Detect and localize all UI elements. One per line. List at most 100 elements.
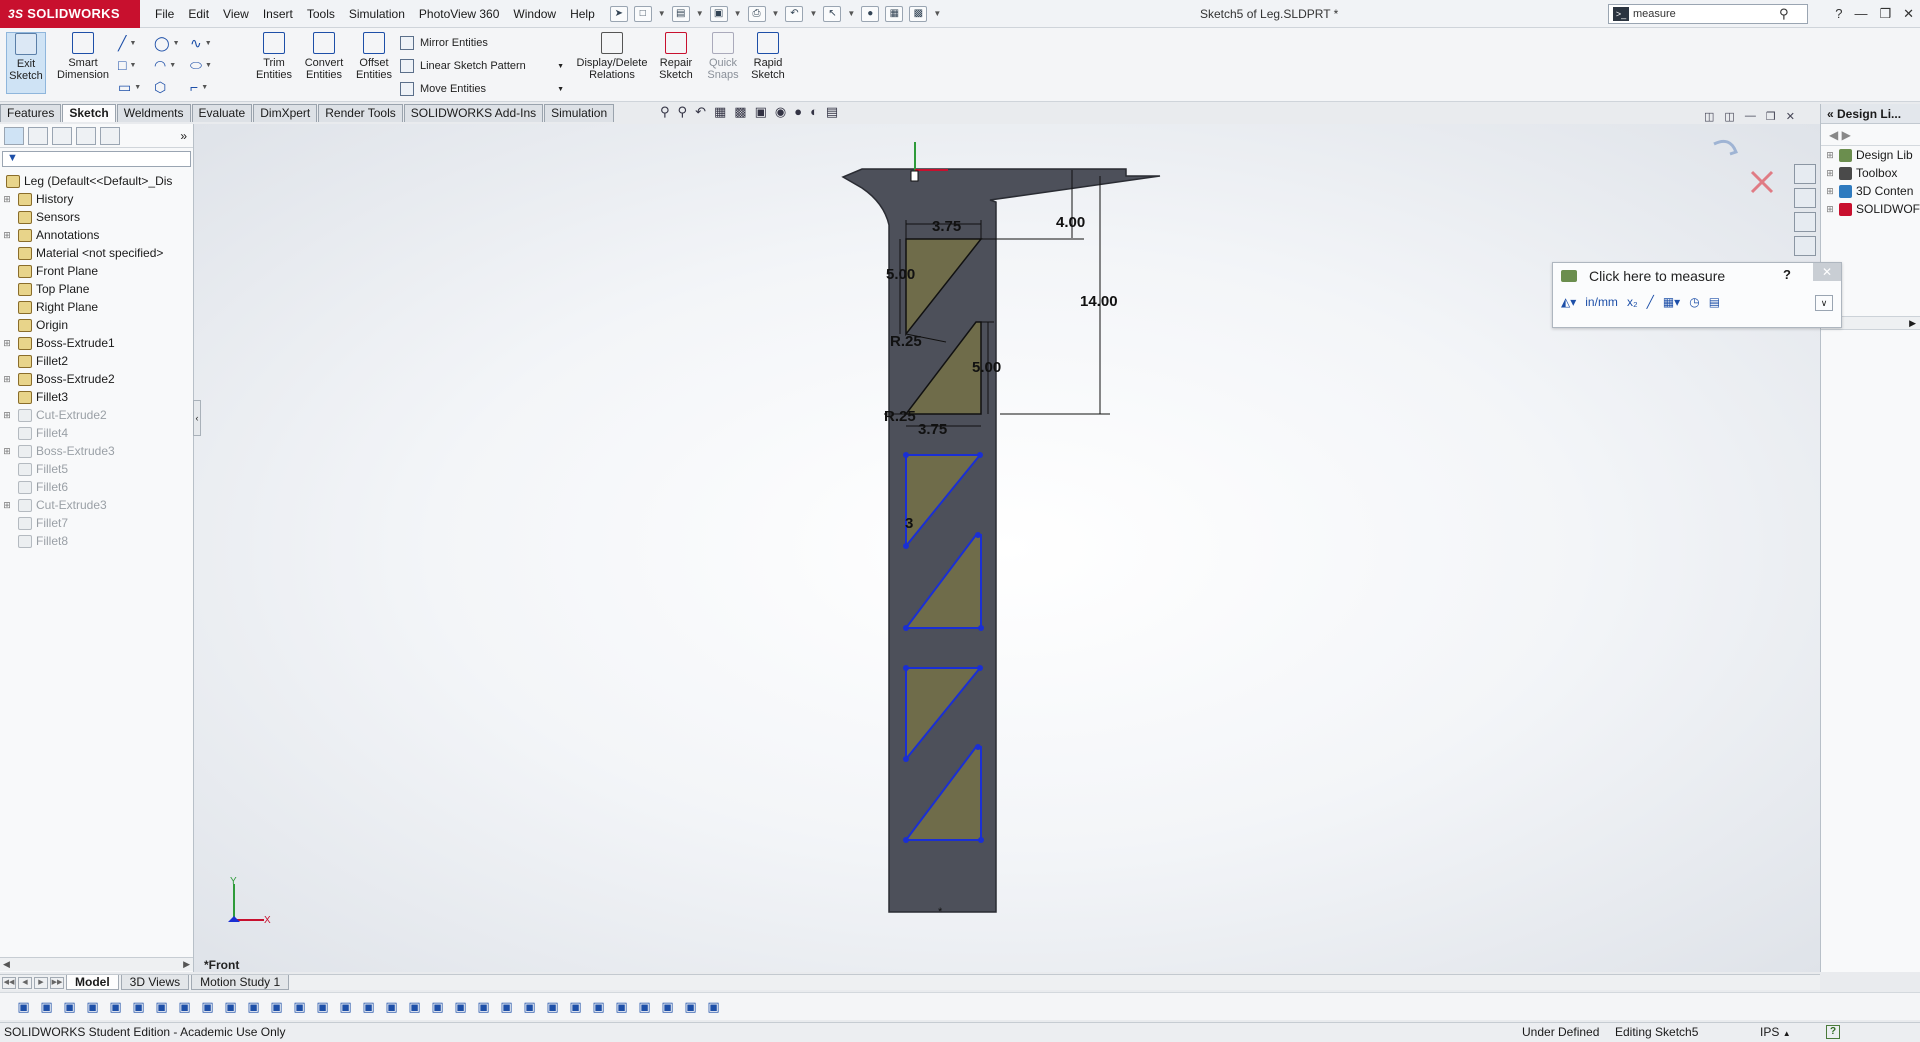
tree-item[interactable]: Origin [0,316,193,334]
balloon-filter-icon[interactable]: ▣ [706,999,721,1014]
display-manager-icon[interactable] [100,126,120,145]
centerline-filter-icon[interactable]: ▣ [476,999,491,1014]
center-mark-filter-icon[interactable]: ▣ [453,999,468,1014]
tree-item[interactable]: Fillet7 [0,514,193,532]
quick-tips-icon[interactable]: ? [1826,1025,1840,1039]
note-filter-icon[interactable]: ▣ [246,999,261,1014]
expand-toggle-icon[interactable]: ⊞ [1825,204,1835,215]
projected-on-icon[interactable]: ▦▾ [1663,295,1680,309]
tree-item[interactable]: Fillet6 [0,478,193,496]
midpoint-filter-icon[interactable]: ▣ [430,999,445,1014]
dimension-radius-1[interactable]: R.25 [890,333,922,350]
plane-filter-icon[interactable]: ▣ [315,999,330,1014]
dimension-top-width[interactable]: 3.75 [932,218,961,235]
filter-toggle-icon[interactable]: ▣ [39,999,54,1014]
scroll-right-icon[interactable]: ▶ [183,958,190,971]
dowel-filter-icon[interactable]: ▣ [660,999,675,1014]
dimension-top-offset[interactable]: 4.00 [1056,214,1085,231]
tree-item[interactable]: Sensors [0,208,193,226]
tab-model[interactable]: Model [66,975,119,990]
panel-collapse-handle[interactable]: ‹ [193,400,201,436]
dimension-bottom-width[interactable]: 3.75 [918,421,947,438]
scroll-left-icon[interactable]: ◀ [3,958,10,971]
arc-circle-measure-icon[interactable]: ◭▾ [1561,295,1576,309]
tree-item[interactable]: Fillet5 [0,460,193,478]
confirmation-corner[interactable] [1713,139,1774,194]
vertex-filter-icon[interactable]: ▣ [131,999,146,1014]
tree-item[interactable]: ⊞ Boss-Extrude1 [0,334,193,352]
cosmetic-thread-filter-icon[interactable]: ▣ [614,999,629,1014]
expand-toggle-icon[interactable]: ⊞ [2,230,12,241]
edge-filter-icon[interactable]: ▣ [154,999,169,1014]
configuration-manager-icon[interactable] [52,126,72,145]
first-tab-icon[interactable]: ◀◀ [2,976,16,989]
chevron-up-icon[interactable]: ▲ [1783,1029,1791,1038]
xyz-measure-icon[interactable]: x₂ [1627,295,1638,309]
design-library-icon[interactable] [1794,188,1816,208]
filter-icon[interactable]: ▣ [16,999,31,1014]
surface-filter-icon[interactable]: ▣ [200,999,215,1014]
dimension-left-height[interactable]: 5.00 [886,266,915,283]
block-filter-icon[interactable]: ▣ [637,999,652,1014]
scroll-right-icon[interactable]: ▶ [1909,318,1916,328]
panel-horizontal-scrollbar[interactable]: ◀ ▶ [0,957,193,971]
tree-item[interactable]: Material <not specified> [0,244,193,262]
close-icon[interactable]: ✕ [1813,263,1841,281]
tree-item[interactable]: Right Plane [0,298,193,316]
chevron-right-icon[interactable]: » [180,129,187,143]
dimension-radius-2[interactable]: R.25 [884,408,916,425]
measure-title[interactable]: Click here to measure [1589,268,1725,284]
expand-icon[interactable]: ∨ [1815,295,1833,311]
expand-toggle-icon[interactable]: ⊞ [2,500,12,511]
dimxpert-manager-icon[interactable] [76,126,96,145]
tree-filter[interactable]: ▼ [2,151,191,167]
measurement-history-icon[interactable]: ◷ [1689,295,1699,309]
hole-filter-icon[interactable]: ▣ [591,999,606,1014]
expand-toggle-icon[interactable]: ⊞ [2,194,12,205]
point-filter-icon[interactable]: ▣ [269,999,284,1014]
measure-dialog[interactable]: Click here to measure ? ✕ ◭▾ in/mm x₂ ╱ … [1552,262,1842,328]
expand-toggle-icon[interactable]: ⊞ [1825,150,1835,161]
view-palette-icon[interactable] [1794,236,1816,256]
design-library-item[interactable]: ⊞ 3D Conten [1821,182,1920,200]
tree-item[interactable]: ⊞ Cut-Extrude3 [0,496,193,514]
design-library-item[interactable]: ⊞ Design Lib [1821,146,1920,164]
tab-3d-views[interactable]: 3D Views [120,975,190,990]
create-sensor-icon[interactable]: ▤ [1709,295,1720,309]
sketch-filter-icon[interactable]: ▣ [361,999,376,1014]
expand-toggle-icon[interactable]: ⊞ [2,374,12,385]
next-tab-icon[interactable]: ▶ [34,976,48,989]
tree-item[interactable]: ⊞ Annotations [0,226,193,244]
feature-manager-icon[interactable] [4,126,24,145]
design-library-item[interactable]: ⊞ Toolbox [1821,164,1920,182]
design-library-item[interactable]: ⊞ SOLIDWOF [1821,200,1920,218]
tree-item[interactable]: Fillet8 [0,532,193,550]
tree-item[interactable]: Fillet2 [0,352,193,370]
pattern-count-label[interactable]: 3 [905,515,913,532]
select-arrow-icon[interactable]: ▣ [85,999,100,1014]
expand-toggle-icon[interactable]: ⊞ [2,338,12,349]
sketch-segment-filter-icon[interactable]: ▣ [407,999,422,1014]
property-manager-icon[interactable] [28,126,48,145]
units-precision-icon[interactable]: in/mm [1585,295,1618,309]
dimension-overall-height[interactable]: 14.00 [1080,293,1118,310]
clear-filter-icon[interactable]: ▣ [62,999,77,1014]
units-selector[interactable]: IPS ▲ [1760,1023,1791,1042]
tree-item[interactable]: ⊞ Cut-Extrude2 [0,406,193,424]
expand-toggle-icon[interactable]: ⊞ [1825,168,1835,179]
tab-motion-study[interactable]: Motion Study 1 [191,975,290,990]
expand-toggle-icon[interactable]: ⊞ [2,410,12,421]
expand-toggle-icon[interactable]: ⊞ [1825,186,1835,197]
tree-item[interactable]: Front Plane [0,262,193,280]
dimension-right-height[interactable]: 5.00 [972,359,1001,376]
sketch-point-filter-icon[interactable]: ▣ [384,999,399,1014]
weld-filter-icon[interactable]: ▣ [499,999,514,1014]
previous-tab-icon[interactable]: ◀ [18,976,32,989]
axis-filter-icon[interactable]: ▣ [292,999,307,1014]
measure-header[interactable]: Click here to measure [1553,263,1841,289]
face-filter-icon[interactable]: ▣ [177,999,192,1014]
help-icon[interactable]: ? [1783,267,1791,282]
select-options-icon[interactable]: ▣ [108,999,123,1014]
forward-icon[interactable]: ▶ [1842,128,1851,142]
tree-item[interactable]: Fillet4 [0,424,193,442]
